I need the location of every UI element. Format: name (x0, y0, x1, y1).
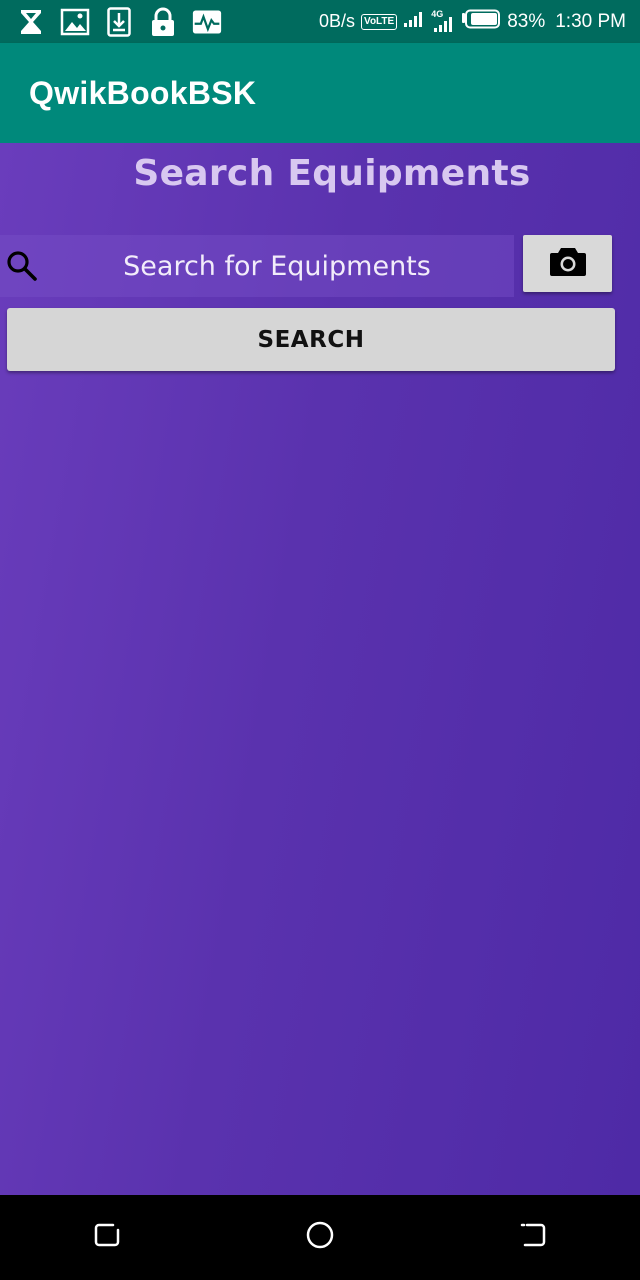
hourglass-icon (16, 7, 46, 37)
activity-icon (192, 7, 222, 37)
back-icon (519, 1221, 547, 1254)
search-box[interactable] (0, 235, 514, 297)
navigation-bar (0, 1195, 640, 1280)
download-icon (104, 6, 134, 37)
camera-button[interactable] (523, 235, 612, 292)
status-bar: 0B/s VoLTE 4G 83% 1:30 PM (0, 0, 640, 43)
net-speed: 0B/s (318, 11, 356, 31)
volte-badge: VoLTE (361, 13, 398, 30)
lock-icon (148, 7, 178, 37)
recents-button[interactable] (77, 1208, 137, 1268)
image-icon (60, 7, 90, 37)
search-row (0, 235, 640, 297)
home-button[interactable] (290, 1208, 350, 1268)
page-title: Search Equipments (133, 153, 531, 194)
signal-4g-icon: 4G (431, 9, 455, 33)
search-input[interactable] (40, 235, 514, 297)
search-icon (6, 250, 38, 282)
clock: 1:30 PM (555, 10, 626, 32)
search-button[interactable]: SEARCH (7, 308, 615, 371)
notification-icons (16, 6, 222, 37)
system-status: 0B/s VoLTE 4G 83% 1:30 PM (319, 9, 626, 35)
camera-icon (549, 245, 587, 282)
home-icon (305, 1220, 335, 1255)
battery-level: 83% (507, 10, 546, 32)
main-content: Search Equipments SEARCH (0, 143, 640, 1195)
back-button[interactable] (503, 1208, 563, 1268)
app-bar: QwikBookBSK (0, 43, 640, 143)
app-title: QwikBookBSK (29, 74, 257, 111)
recents-icon (93, 1221, 121, 1254)
signal-icon (403, 10, 425, 34)
battery-icon (461, 9, 501, 35)
